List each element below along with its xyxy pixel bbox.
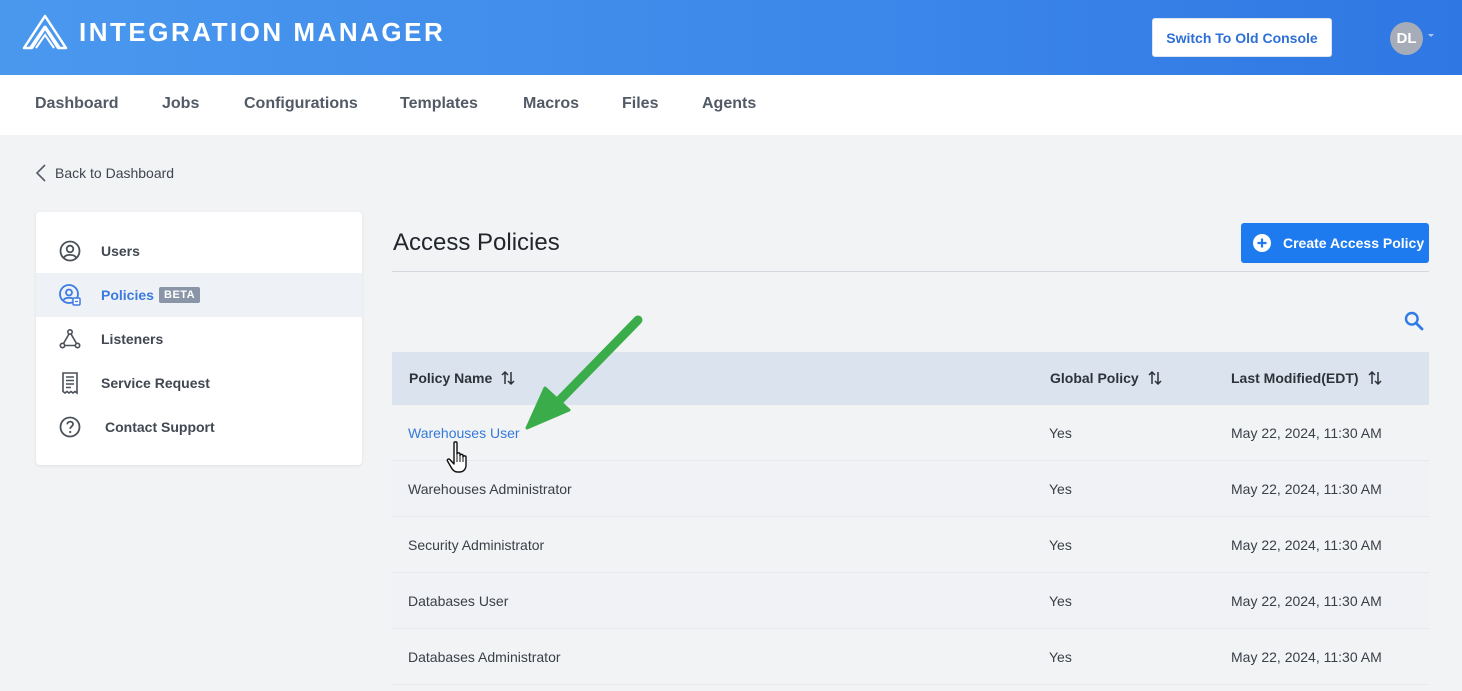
create-access-policy-button[interactable]: Create Access Policy: [1241, 223, 1429, 263]
back-label: Back to Dashboard: [55, 165, 175, 181]
settings-sidebar: Users Policies BETA Listeners Service Re…: [36, 212, 362, 465]
app-title: INTEGRATION MANAGER: [79, 17, 446, 47]
global-policy-value: Yes: [1049, 537, 1072, 553]
last-modified-value: May 22, 2024, 11:30 AM: [1231, 537, 1382, 553]
sort-icon: [1148, 370, 1162, 386]
policy-name[interactable]: Warehouses Administrator: [408, 481, 572, 497]
last-modified-value: May 22, 2024, 11:30 AM: [1231, 481, 1382, 497]
table-row: Databases User Yes May 22, 2024, 11:30 A…: [392, 573, 1429, 629]
nav-templates[interactable]: Templates: [400, 95, 478, 113]
global-policy-value: Yes: [1049, 649, 1072, 665]
policy-user-icon: [59, 284, 81, 306]
policy-name-link[interactable]: Warehouses User: [408, 425, 520, 441]
column-header-policy-name[interactable]: Policy Name: [409, 370, 516, 386]
plus-circle-icon: [1253, 234, 1271, 252]
table-row: Security Administrator Yes May 22, 2024,…: [392, 517, 1429, 573]
user-circle-icon: [59, 240, 81, 262]
last-modified-value: May 22, 2024, 11:30 AM: [1231, 649, 1382, 665]
sidebar-item-contact-support[interactable]: Contact Support: [36, 405, 362, 449]
column-header-label: Policy Name: [409, 370, 493, 386]
table-row: Databases Administrator Yes May 22, 2024…: [392, 629, 1429, 685]
help-circle-icon: [59, 416, 81, 438]
avatar[interactable]: DL: [1390, 22, 1423, 55]
sidebar-item-label: Contact Support: [105, 419, 215, 435]
sidebar-item-label: Policies: [101, 287, 154, 303]
back-to-dashboard-link[interactable]: Back to Dashboard: [36, 164, 174, 182]
table-row: Warehouses Administrator Yes May 22, 202…: [392, 461, 1429, 517]
main-nav: Dashboard Jobs Configurations Templates …: [0, 75, 1462, 135]
last-modified-value: May 22, 2024, 11:30 AM: [1231, 425, 1382, 441]
sidebar-item-service-request[interactable]: Service Request: [36, 361, 362, 405]
table-row: Warehouses User Yes May 22, 2024, 11:30 …: [392, 405, 1429, 461]
chevron-left-icon: [36, 164, 46, 182]
nav-jobs[interactable]: Jobs: [162, 95, 199, 113]
global-policy-value: Yes: [1049, 481, 1072, 497]
top-header: INTEGRATION MANAGER Switch To Old Consol…: [0, 0, 1462, 75]
listener-icon: [59, 328, 81, 349]
policies-table: Policy Name Global Policy Last Modified(…: [392, 352, 1429, 685]
nav-dashboard[interactable]: Dashboard: [35, 95, 119, 113]
sidebar-item-label: Service Request: [101, 375, 210, 391]
sidebar-item-label: Users: [101, 243, 140, 259]
chevron-down-icon[interactable]: [1428, 34, 1434, 37]
sidebar-item-listeners[interactable]: Listeners: [36, 317, 362, 361]
column-header-last-modified[interactable]: Last Modified(EDT): [1231, 370, 1383, 386]
last-modified-value: May 22, 2024, 11:30 AM: [1231, 593, 1382, 609]
sort-icon: [1368, 370, 1382, 386]
app-logo-icon: [22, 14, 68, 50]
page-title: Access Policies: [393, 229, 560, 256]
table-header: Policy Name Global Policy Last Modified(…: [392, 352, 1429, 405]
switch-to-old-console-button[interactable]: Switch To Old Console: [1152, 18, 1332, 57]
divider: [392, 271, 1429, 272]
column-header-global-policy[interactable]: Global Policy: [1050, 370, 1163, 386]
sidebar-item-policies[interactable]: Policies BETA: [36, 273, 362, 317]
column-header-label: Last Modified(EDT): [1231, 370, 1359, 386]
create-access-policy-label: Create Access Policy: [1283, 235, 1425, 251]
nav-configurations[interactable]: Configurations: [244, 95, 358, 113]
sidebar-item-users[interactable]: Users: [36, 229, 362, 273]
sidebar-item-label: Listeners: [101, 331, 164, 347]
hand-pointer-cursor-icon: [446, 441, 467, 473]
policy-name[interactable]: Security Administrator: [408, 537, 544, 553]
policy-name[interactable]: Databases Administrator: [408, 649, 561, 665]
policy-name[interactable]: Databases User: [408, 593, 508, 609]
receipt-icon: [62, 372, 78, 395]
global-policy-value: Yes: [1049, 593, 1072, 609]
global-policy-value: Yes: [1049, 425, 1072, 441]
nav-files[interactable]: Files: [622, 95, 658, 113]
beta-badge: BETA: [159, 287, 201, 303]
column-header-label: Global Policy: [1050, 370, 1139, 386]
search-icon[interactable]: [1404, 311, 1424, 331]
nav-macros[interactable]: Macros: [523, 95, 579, 113]
sort-icon: [501, 370, 515, 386]
nav-agents[interactable]: Agents: [702, 95, 756, 113]
